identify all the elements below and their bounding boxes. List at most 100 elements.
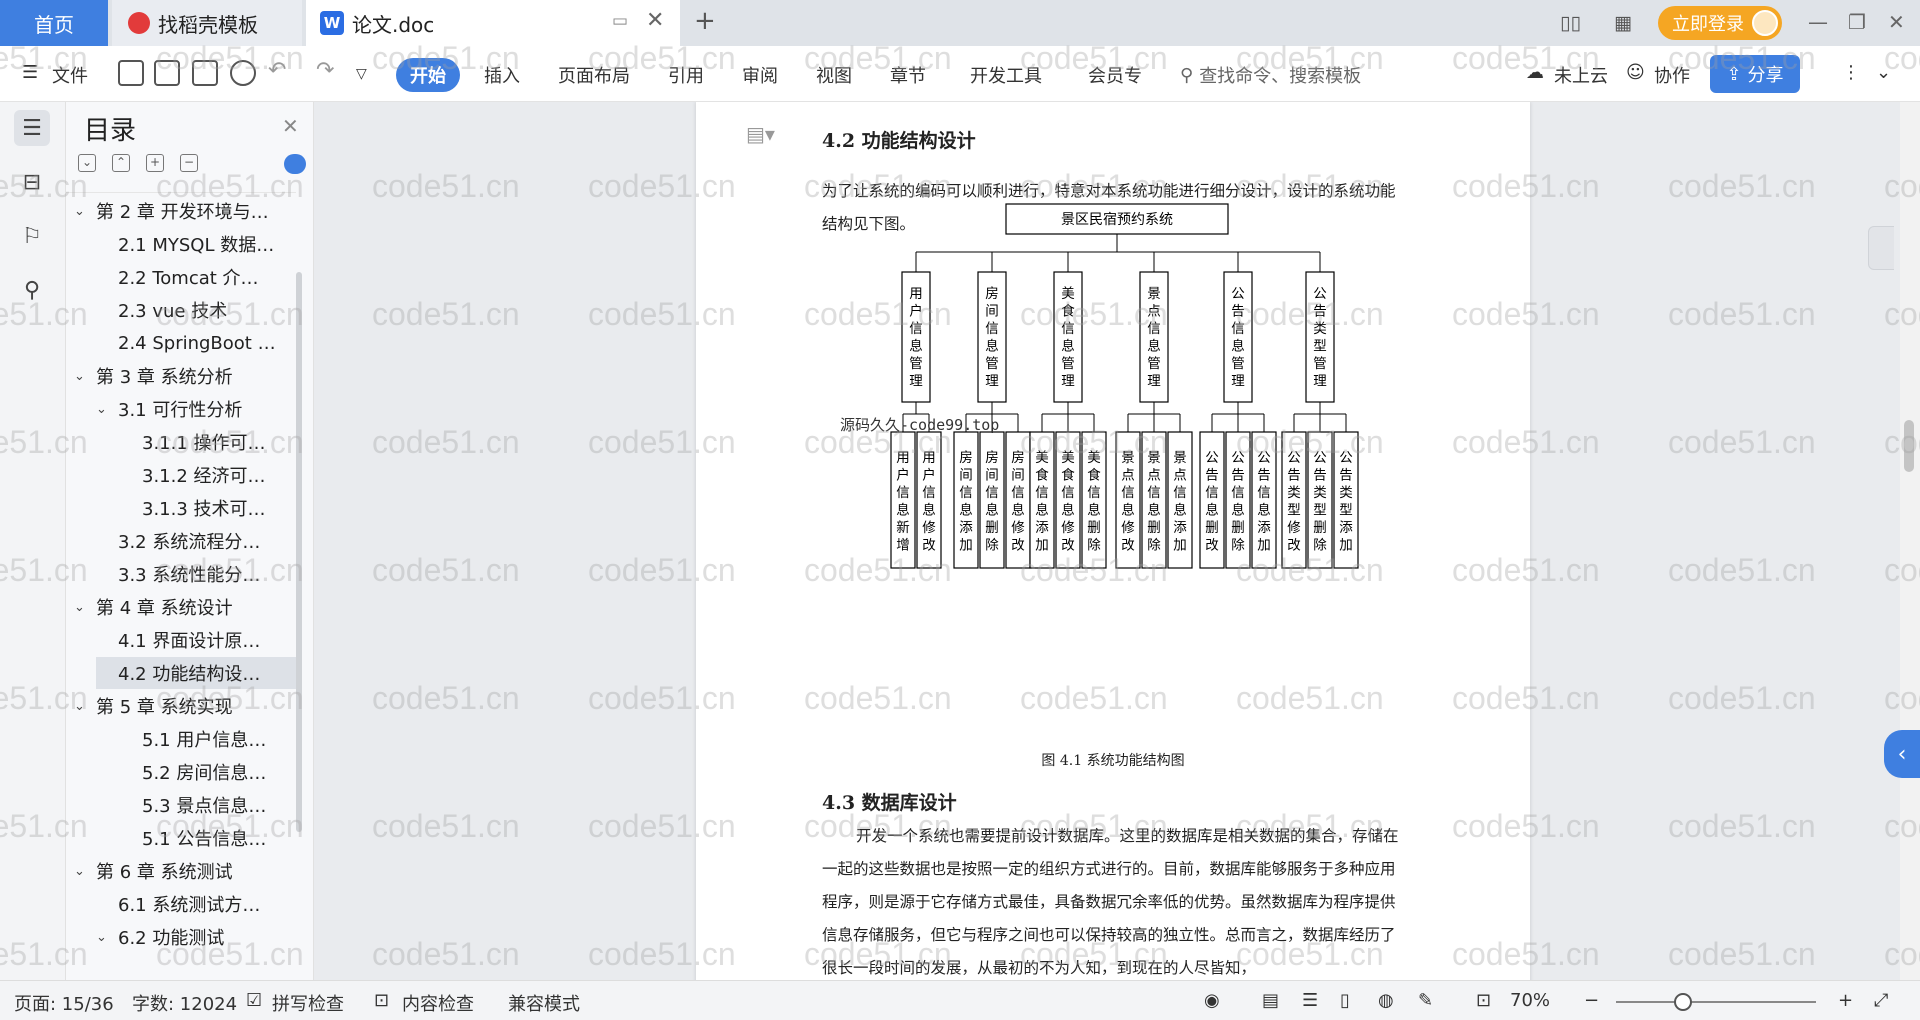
web-view-icon[interactable]: ◍: [1378, 990, 1394, 1011]
ribbon-tab-chapter[interactable]: 章节: [890, 62, 926, 88]
command-search[interactable]: ⚲ 查找命令、搜索模板: [1180, 60, 1480, 90]
login-button[interactable]: 立即登录: [1658, 6, 1782, 40]
toc-item[interactable]: 2.2 Tomcat 介…: [96, 261, 296, 293]
ribbon-tab-references[interactable]: 引用: [668, 62, 704, 88]
vertical-scrollbar[interactable]: [1900, 102, 1920, 980]
toc-item[interactable]: 5.3 景点信息…: [120, 789, 296, 821]
function-structure-diagram: 景区民宿预约系统用户信息管理用户信息新增用户信息修改房间信息管理房间信息添加房间…: [840, 203, 1359, 569]
outline-view-icon[interactable]: ☰: [1302, 990, 1318, 1011]
more-icon[interactable]: ⋮: [1842, 62, 1860, 83]
ribbon-tab-view[interactable]: 视图: [816, 62, 852, 88]
tab-home[interactable]: 首页: [0, 0, 108, 46]
share-button[interactable]: ⇪ 分享: [1710, 55, 1800, 93]
layout-icon[interactable]: ▯▯: [1560, 12, 1581, 34]
toc-item[interactable]: ⌄ 第 4 章 系统设计: [74, 591, 296, 623]
page-view-icon[interactable]: ▤: [1262, 990, 1279, 1011]
ribbon-tab-member[interactable]: 会员专: [1088, 62, 1142, 88]
toc-item[interactable]: 4.1 界面设计原…: [96, 624, 296, 656]
toc-item[interactable]: 3.1.2 经济可…: [120, 459, 296, 491]
tab-close-icon[interactable]: ✕: [646, 8, 664, 33]
print-icon[interactable]: [192, 60, 218, 86]
toc-item[interactable]: 6.1 系统测试方…: [96, 888, 296, 920]
side-panel-toggle-icon[interactable]: ‹: [1884, 730, 1920, 778]
toc-item[interactable]: ⌄ 第 3 章 系统分析: [74, 360, 296, 392]
collab-button[interactable]: 协作: [1654, 62, 1690, 88]
add-heading-icon[interactable]: +: [146, 154, 164, 172]
chevron-down-icon[interactable]: ⌄: [74, 369, 96, 384]
toc-item[interactable]: ⌄ 第 6 章 系统测试: [74, 855, 296, 887]
eye-protect-icon[interactable]: ◉: [1204, 990, 1220, 1011]
export-icon[interactable]: [154, 60, 180, 86]
minimize-icon[interactable]: —: [1808, 10, 1828, 34]
cloud-status[interactable]: 未上云: [1554, 62, 1608, 88]
word-count[interactable]: 字数: 12024: [132, 990, 237, 1016]
toc-item[interactable]: 2.4 SpringBoot …: [96, 327, 296, 359]
toc-item[interactable]: 4.2 功能结构设…: [96, 657, 296, 689]
tab-templates[interactable]: 找稻壳模板: [112, 0, 302, 46]
remove-heading-icon[interactable]: −: [180, 154, 198, 172]
collapse-ribbon-icon[interactable]: ⌄: [1876, 62, 1891, 83]
close-window-icon[interactable]: ✕: [1888, 10, 1905, 34]
toc-item[interactable]: 3.1.1 操作可…: [120, 426, 296, 458]
toc-item[interactable]: ⌄ 3.1 可行性分析: [96, 393, 296, 425]
ai-assistant-icon[interactable]: [284, 154, 306, 174]
toc-item[interactable]: 5.1 公告信息…: [120, 822, 296, 854]
quick-access-dropdown-icon[interactable]: ▽: [356, 66, 367, 82]
ribbon-tab-insert[interactable]: 插入: [484, 62, 520, 88]
collapse-all-icon[interactable]: ⌄: [78, 154, 96, 172]
bookmark-icon[interactable]: ⚐: [14, 218, 50, 254]
save-icon[interactable]: [118, 60, 144, 86]
toc-item[interactable]: 5.1 用户信息…: [120, 723, 296, 755]
ribbon-tab-review[interactable]: 审阅: [742, 62, 778, 88]
toc-item[interactable]: 3.2 系统流程分…: [96, 525, 296, 557]
pen-icon[interactable]: ✎: [1418, 990, 1433, 1011]
ribbon-tab-start[interactable]: 开始: [396, 58, 460, 92]
expand-up-icon[interactable]: ⌃: [112, 154, 130, 172]
chevron-down-icon[interactable]: ⌄: [74, 699, 96, 714]
chevron-down-icon[interactable]: ⌄: [96, 402, 118, 417]
chevron-down-icon[interactable]: ⌄: [74, 864, 96, 879]
toc-item[interactable]: 2.3 vue 技术: [96, 294, 296, 326]
page-count[interactable]: 页面: 15/36: [14, 990, 114, 1016]
chevron-down-icon[interactable]: ⌄: [74, 204, 96, 219]
toc-item[interactable]: ⌄ 第 5 章 系统实现: [74, 690, 296, 722]
toc-panel-icon[interactable]: ☰: [14, 110, 50, 146]
paragraph-handle-icon[interactable]: ▤▾: [746, 122, 775, 146]
navigation-icon[interactable]: ⊟: [14, 164, 50, 200]
hamburger-icon[interactable]: ☰: [22, 62, 38, 83]
spellcheck-button[interactable]: 拼写检查: [272, 990, 344, 1016]
reading-view-icon[interactable]: ▯: [1340, 990, 1350, 1011]
apps-grid-icon[interactable]: ▦: [1614, 12, 1632, 34]
undo-icon[interactable]: ↶: [268, 58, 286, 83]
new-tab-button[interactable]: +: [694, 6, 716, 36]
content-check-button[interactable]: 内容检查: [402, 990, 474, 1016]
tab-window-icon[interactable]: ▭: [612, 11, 628, 31]
redo-icon[interactable]: ↷: [316, 58, 334, 83]
close-icon[interactable]: ✕: [282, 114, 299, 138]
fit-page-icon[interactable]: ⊡: [1476, 990, 1491, 1011]
toc-scrollbar[interactable]: [296, 272, 302, 832]
restore-icon[interactable]: ❐: [1848, 10, 1866, 34]
ribbon-tab-layout[interactable]: 页面布局: [558, 62, 630, 88]
find-icon[interactable]: ⚲: [14, 272, 50, 308]
zoom-in-icon[interactable]: +: [1838, 990, 1853, 1011]
tab-document[interactable]: W 论文.doc ▭ ✕: [306, 0, 680, 46]
toc-item[interactable]: 5.2 房间信息…: [120, 756, 296, 788]
zoom-level[interactable]: 70%: [1510, 990, 1550, 1011]
filter-icon[interactable]: [1868, 226, 1894, 270]
fullscreen-icon[interactable]: ⤢: [1874, 990, 1888, 1011]
zoom-slider[interactable]: [1616, 1001, 1816, 1003]
toc-item[interactable]: ⌄ 第 2 章 开发环境与…: [74, 195, 296, 227]
toc-item[interactable]: 2.1 MYSQL 数据…: [96, 228, 296, 260]
toc-item[interactable]: ⌄ 6.2 功能测试: [96, 921, 296, 953]
toc-item[interactable]: 3.3 系统性能分…: [96, 558, 296, 590]
file-menu[interactable]: 文件: [52, 62, 88, 88]
zoom-slider-knob[interactable]: [1674, 993, 1692, 1011]
chevron-down-icon[interactable]: ⌄: [96, 930, 118, 945]
scroll-thumb[interactable]: [1904, 420, 1914, 472]
ribbon-tab-developer[interactable]: 开发工具: [970, 62, 1042, 88]
chevron-down-icon[interactable]: ⌄: [74, 600, 96, 615]
zoom-out-icon[interactable]: −: [1584, 990, 1599, 1011]
preview-icon[interactable]: [230, 60, 256, 86]
toc-item[interactable]: 3.1.3 技术可…: [120, 492, 296, 524]
